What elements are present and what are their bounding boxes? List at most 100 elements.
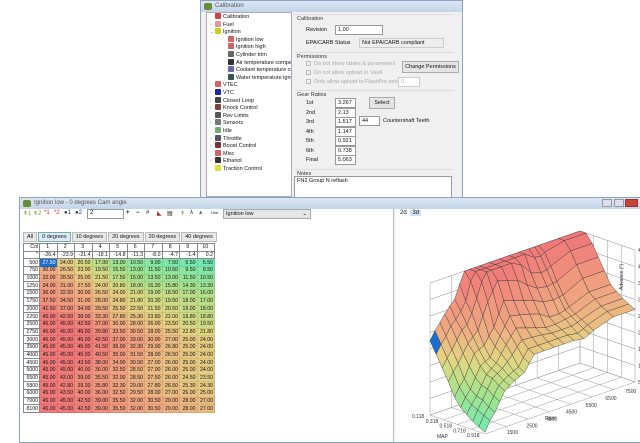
table-cell[interactable]: 32.30 (109, 381, 128, 391)
table-cell[interactable]: 23.50 (161, 319, 180, 329)
tab-3d[interactable]: 3d (410, 210, 422, 216)
table-cell[interactable]: 24.00 (196, 358, 215, 367)
table-cell[interactable]: 30.50 (126, 327, 145, 337)
table-cell[interactable]: 30.00 (144, 335, 163, 344)
ramp-icon[interactable]: ◣ (157, 210, 162, 217)
perm-serial-checkbox[interactable]: Only allow upload to FlashPro serial # (306, 79, 406, 85)
table-cell[interactable]: 45.00 (39, 389, 58, 398)
table-cell[interactable]: 45.00 (56, 335, 75, 344)
table-cell[interactable]: 25.50 (161, 327, 180, 337)
table-cell[interactable]: 45.00 (39, 350, 58, 360)
table-cell[interactable]: 29.00 (161, 404, 180, 414)
tree-item[interactable]: Ignition high (207, 43, 291, 51)
table-cell[interactable]: 20.50 (179, 319, 198, 329)
table-cell[interactable]: 19.00 (179, 304, 198, 314)
table-cell[interactable]: 36.00 (39, 289, 58, 298)
column-header[interactable]: 8 (161, 243, 180, 252)
table-cell[interactable]: 40.00 (74, 366, 93, 375)
table-cell[interactable]: 19.50 (91, 266, 110, 275)
gear-ratio-input[interactable]: 1.517 (335, 117, 356, 127)
gear-ratio-input[interactable]: 3.267 (335, 98, 356, 108)
table-cell[interactable]: 31.00 (74, 296, 93, 306)
table-cell[interactable]: 30.00 (74, 289, 93, 298)
table-cell[interactable]: 27.00 (196, 404, 215, 414)
tab-cam-angle[interactable]: All (23, 232, 38, 242)
column-axis-value[interactable]: -18.1 (91, 250, 110, 260)
column-header[interactable]: 7 (144, 243, 163, 252)
column-axis-value[interactable]: 0.2 (196, 250, 215, 260)
table-cell[interactable]: 39.30 (74, 381, 93, 391)
table-cell[interactable]: 39.00 (91, 396, 110, 406)
table-cell[interactable]: 16.30 (144, 281, 163, 291)
table-cell[interactable]: 27.00 (144, 366, 163, 375)
row-axis-value[interactable]: 1000 (23, 273, 40, 283)
column-axis-value[interactable]: -4.7 (161, 250, 180, 260)
table-cell[interactable]: 34.50 (56, 296, 75, 306)
table-cell[interactable]: 26.80 (161, 342, 180, 352)
table-cell[interactable]: 45.00 (39, 342, 58, 352)
table-cell[interactable]: 27.00 (161, 389, 180, 398)
table-cell[interactable]: 29.00 (126, 381, 145, 391)
row-axis-value[interactable]: 750 (23, 266, 40, 275)
table-cell[interactable]: 45.00 (39, 381, 58, 391)
table-cell[interactable]: 15.80 (161, 281, 180, 291)
table-cell[interactable]: 33.50 (109, 327, 128, 337)
table-cell[interactable]: 25.00 (179, 358, 198, 367)
table-cell[interactable]: 27.80 (109, 312, 128, 321)
table-cell[interactable]: 35.00 (109, 350, 128, 360)
table-cell[interactable]: 45.00 (56, 358, 75, 367)
table-cell[interactable]: 28.00 (144, 350, 163, 360)
table-cell[interactable]: 25.00 (179, 350, 198, 360)
table-cell[interactable]: 17.00 (196, 296, 215, 306)
table-cell[interactable]: 15.00 (126, 273, 145, 283)
mark-2-icon[interactable]: *2 (54, 210, 60, 216)
table-cell[interactable]: 24.00 (196, 366, 215, 375)
table-cell[interactable]: 25.00 (196, 389, 215, 398)
table-cell[interactable]: 45.00 (56, 327, 75, 337)
table-cell[interactable]: 5.50 (196, 258, 215, 268)
table-cell[interactable]: 35.80 (91, 381, 110, 391)
tree-item[interactable]: Water temperature ignition (207, 73, 291, 82)
table-cell[interactable]: 32.00 (126, 396, 145, 406)
table-select-dropdown[interactable]: Ignition low ⌄ (223, 209, 311, 219)
table-cell[interactable]: 45.00 (39, 327, 58, 337)
tab-cam-angle[interactable]: 10 degrees (71, 232, 108, 242)
table-cell[interactable]: 19.00 (144, 289, 163, 298)
tab-cam-angle[interactable]: 0 degrees (38, 232, 71, 242)
table-cell[interactable]: 24.50 (179, 373, 198, 383)
table-cell[interactable]: 25.00 (179, 366, 198, 375)
table-cell[interactable]: 19.80 (179, 312, 198, 321)
table-cell[interactable]: 31.00 (56, 281, 75, 291)
table-cell[interactable]: 18.00 (126, 281, 145, 291)
column-header[interactable]: 5 (109, 243, 128, 252)
table-cell[interactable]: 43.50 (56, 389, 75, 398)
step-value-input[interactable]: 2 (87, 209, 124, 219)
table-cell[interactable]: 39.80 (91, 327, 110, 337)
table-cell[interactable]: 28.00 (179, 404, 198, 414)
table-cell[interactable]: 37.50 (39, 296, 58, 306)
tree-item[interactable]: › Closed Loop (207, 96, 291, 105)
table-cell[interactable]: 10.50 (196, 273, 215, 283)
column-axis-value[interactable]: -21.4 (74, 250, 93, 260)
minus-icon[interactable]: − (136, 210, 140, 216)
table-cell[interactable]: 21.00 (126, 289, 145, 298)
table-cell[interactable]: 14.30 (179, 281, 198, 291)
interpolate-icon[interactable]: ⩓ (199, 210, 202, 217)
table-cell[interactable]: 11.50 (144, 266, 163, 275)
table-cell[interactable]: 32.00 (109, 373, 128, 383)
table-cell[interactable]: 27.80 (144, 381, 163, 391)
table-cell[interactable]: 40.50 (91, 350, 110, 360)
tree-item[interactable]: › Knock Control (207, 104, 291, 112)
row-axis-value[interactable]: 500 (23, 258, 40, 268)
tree-item[interactable]: Coolant temperature compensation (207, 66, 291, 74)
table-cell[interactable]: 26.00 (161, 358, 180, 367)
row-axis-value[interactable]: 4500 (23, 358, 40, 367)
table-cell[interactable]: 45.00 (39, 366, 58, 375)
change-permissions-button[interactable]: Change Permissions (402, 61, 459, 73)
tree-item[interactable]: ⌄ Ignition (207, 28, 291, 36)
table-cell[interactable]: 26.50 (161, 381, 180, 391)
table-cell[interactable]: 24.00 (91, 281, 110, 291)
table-cell[interactable]: 24.80 (109, 296, 128, 306)
table-cell[interactable]: 24.00 (56, 258, 75, 268)
point-1-icon[interactable]: ●1 (64, 210, 71, 216)
